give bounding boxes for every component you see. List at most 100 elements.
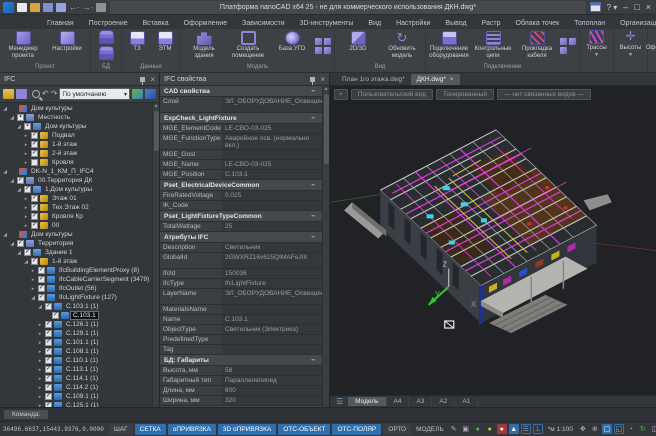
tree-row[interactable]: 1.Дом культуры — [0, 185, 152, 194]
tree-checkbox[interactable] — [45, 348, 52, 355]
property-row[interactable]: MGE_FunctionType Аварийное осв. (нормаль… — [160, 134, 322, 150]
ribbon-tab[interactable]: Построение — [82, 18, 135, 29]
tree-row[interactable]: C.103.1 (1) — [0, 302, 152, 311]
tree-item-label[interactable]: C.110.1 (1) — [64, 357, 100, 364]
tree-expander-icon[interactable] — [2, 232, 8, 238]
property-value[interactable]: 320 — [222, 396, 322, 405]
connection-tool-icon[interactable] — [560, 47, 567, 54]
property-row[interactable]: IK_Code — [160, 201, 322, 211]
view-name-control[interactable]: Пользовательский вид — [351, 89, 433, 100]
tree-row[interactable]: 00.Территория ДК — [0, 176, 152, 185]
property-value[interactable]: 0.025 — [222, 191, 322, 200]
tree-item-label[interactable]: C.114.1 (1) — [64, 375, 100, 382]
property-value[interactable] — [308, 181, 318, 190]
property-value[interactable] — [308, 87, 318, 96]
property-row[interactable]: MGE_ElementCode LE-СВО-03-025 — [160, 124, 322, 134]
tree-checkbox[interactable] — [31, 195, 38, 202]
tree-row[interactable]: Дом культуры — [0, 104, 152, 113]
status-toggle[interactable]: ШАГ — [109, 424, 133, 435]
ribbon-button[interactable]: ТЗ — [124, 30, 150, 62]
connection-tool-icon[interactable] — [569, 38, 576, 45]
property-value[interactable] — [222, 150, 322, 159]
tree-item-label[interactable]: Подвал — [50, 132, 77, 139]
model-tool-icon[interactable] — [315, 47, 322, 54]
search-icon[interactable] — [32, 90, 40, 98]
tree-row[interactable]: C.114.2 (1) — [0, 383, 152, 392]
ribbon-tab[interactable]: Оформление — [177, 18, 234, 29]
tree-checkbox[interactable] — [31, 213, 38, 220]
tree-row[interactable]: Кровля Кр — [0, 212, 152, 221]
tree-expander-icon[interactable] — [9, 241, 15, 247]
tree-checkbox[interactable] — [45, 393, 52, 400]
tree-checkbox[interactable] — [17, 114, 24, 121]
print-icon[interactable] — [96, 3, 106, 12]
property-value[interactable]: 150036 — [222, 269, 322, 278]
tree-row[interactable]: C.129.1 (1) — [0, 329, 152, 338]
properties-scrollbar[interactable]: ▲ — [322, 86, 329, 407]
tree-row[interactable]: Подвал — [0, 131, 152, 140]
chevron-down-icon[interactable]: ▾ — [124, 91, 127, 98]
property-value[interactable]: Параллелепипед — [222, 376, 322, 385]
layout-tab[interactable]: А1 — [455, 397, 478, 406]
property-row[interactable]: Description Светильник — [160, 243, 322, 253]
tree-checkbox[interactable] — [45, 339, 52, 346]
annotation-pen-icon[interactable]: ✎ — [449, 424, 459, 434]
tree-expander-icon[interactable] — [16, 187, 22, 193]
tree-row[interactable]: IfcCableCarrierSegment (3479) — [0, 275, 152, 284]
property-value[interactable]: Светильник — [222, 243, 322, 252]
property-value[interactable] — [222, 345, 322, 354]
tree-item-label[interactable]: Кровля — [50, 159, 76, 166]
prev-icon[interactable]: ↶ — [42, 89, 49, 99]
tree-expander-icon[interactable] — [37, 358, 43, 364]
layout-menu-icon[interactable]: ☰ — [332, 397, 347, 406]
property-value[interactable]: 600 — [222, 386, 322, 395]
document-tab[interactable]: ДКН.dwg* × — [411, 74, 460, 85]
model-canvas[interactable]: + Пользовательский вид Тонированный — не… — [330, 86, 656, 395]
tree-expander-icon[interactable] — [23, 259, 29, 265]
layout-tab[interactable]: А3 — [409, 397, 432, 406]
tree-row[interactable]: IfcBuildingElementProxy (8) — [0, 266, 152, 275]
table-mode-icon[interactable]: ☰ — [521, 424, 531, 434]
tree-item-label[interactable]: IfcCableCarrierSegment (3479) — [57, 276, 151, 283]
tree-checkbox[interactable] — [17, 177, 24, 184]
export-icon[interactable] — [132, 89, 143, 99]
property-value[interactable]: LE-СВО-03-025 — [222, 124, 322, 133]
undo-icon[interactable]: ←· — [69, 3, 80, 12]
filter-combobox[interactable]: По умолчанию ▾ — [59, 88, 130, 100]
visual-style-control[interactable]: Тонированный — [436, 89, 494, 100]
tree-row[interactable]: C.114.1 (1) — [0, 374, 152, 383]
tree-row[interactable]: Здание 1 — [0, 248, 152, 257]
pin-icon[interactable] — [310, 77, 315, 82]
status-toggle[interactable]: СЕТКА — [135, 424, 166, 435]
property-row[interactable]: MGE_Position C.103.1 — [160, 170, 322, 180]
ribbon-button[interactable] — [93, 30, 119, 45]
save-icon[interactable] — [43, 3, 53, 12]
tree-expander-icon[interactable] — [16, 250, 22, 256]
lamp-icon[interactable]: ● — [485, 424, 495, 434]
property-value[interactable]: IfcLightFixture — [222, 279, 322, 288]
close-icon[interactable]: × — [450, 76, 454, 83]
ribbon-tab[interactable]: Облака точек — [509, 18, 567, 29]
tree-checkbox[interactable] — [45, 357, 52, 364]
property-row[interactable]: MGE_Gost — [160, 150, 322, 160]
tree-row[interactable]: Территория — [0, 239, 152, 248]
tree-checkbox[interactable] — [45, 330, 52, 337]
tree-expander-icon[interactable] — [9, 178, 15, 184]
connection-tool-icon[interactable] — [560, 38, 567, 45]
tree-item-label[interactable]: C.109.1 (1) — [64, 393, 101, 400]
pan-icon[interactable]: ✥ — [578, 424, 588, 434]
tree-row[interactable]: 00 — [0, 221, 152, 230]
property-row[interactable]: IfcType IfcLightFixture — [160, 279, 322, 289]
tree-expander-icon[interactable] — [16, 124, 22, 130]
save-config-icon[interactable] — [16, 89, 27, 99]
minimize-button[interactable]: – — [623, 2, 628, 12]
tree-checkbox[interactable] — [31, 258, 38, 265]
ribbon-tab[interactable]: Организация — [613, 18, 656, 29]
tree-checkbox[interactable] — [24, 186, 31, 193]
tree-row[interactable]: C.110.1 (1) — [0, 356, 152, 365]
tree-item-label[interactable]: Дом культуры — [29, 105, 75, 112]
tree-expander-icon[interactable] — [37, 385, 43, 391]
ribbon-tool-button[interactable]: Оформление ▾ — [648, 29, 656, 72]
layout-tab[interactable]: А4 — [387, 397, 410, 406]
tree-item-label[interactable]: C.101.1 (1) — [64, 339, 101, 346]
